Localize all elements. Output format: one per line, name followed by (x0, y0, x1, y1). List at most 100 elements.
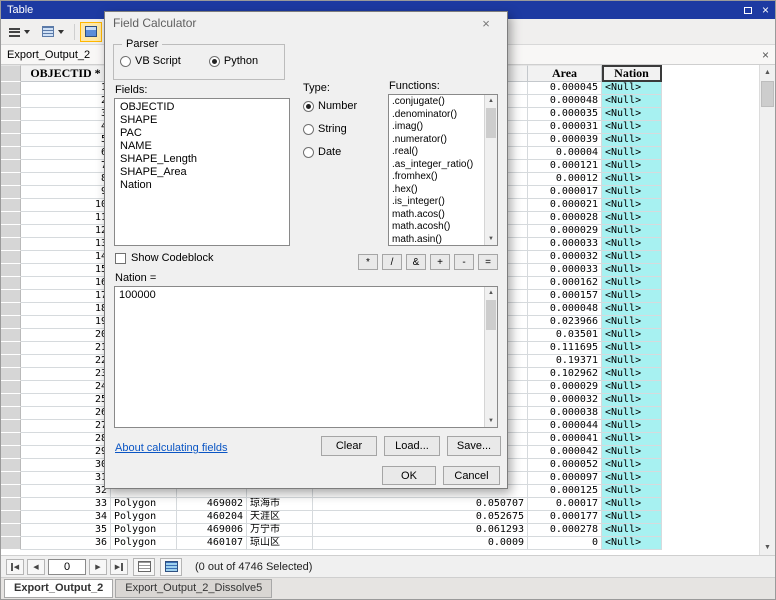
scroll-thumb[interactable] (486, 300, 496, 330)
row-selector[interactable] (1, 82, 21, 95)
ok-button[interactable]: OK (382, 466, 436, 485)
scroll-thumb[interactable] (486, 108, 496, 138)
row-selector[interactable] (1, 498, 21, 511)
operator-button[interactable]: * (358, 254, 378, 270)
row-selector[interactable] (1, 524, 21, 537)
parser-radio-vb-script[interactable]: VB Script (120, 55, 181, 67)
row-selector[interactable] (1, 368, 21, 381)
first-record-button[interactable]: ◀ (6, 559, 24, 575)
close-dialog-icon[interactable]: × (473, 16, 499, 31)
column-header-objectid[interactable]: OBJECTID * (21, 65, 111, 82)
show-selected-records-button[interactable] (160, 558, 182, 576)
function-item[interactable]: math.acosh() (389, 221, 484, 234)
scroll-down-icon[interactable]: ▼ (485, 233, 497, 245)
row-selector[interactable] (1, 394, 21, 407)
function-item[interactable]: .as_integer_ratio() (389, 159, 484, 172)
row-selector[interactable] (1, 264, 21, 277)
operator-button[interactable]: = (478, 254, 498, 270)
expression-input[interactable]: 100000 ▲ ▼ (114, 286, 498, 428)
column-header-area[interactable]: Area (528, 65, 602, 82)
function-item[interactable]: .numerator() (389, 134, 484, 147)
row-selector[interactable] (1, 277, 21, 290)
previous-record-button[interactable]: ◀ (27, 559, 45, 575)
field-item[interactable]: SHAPE_Length (115, 153, 289, 166)
scroll-thumb[interactable] (761, 81, 774, 107)
function-item[interactable]: .real() (389, 146, 484, 159)
row-selector[interactable] (1, 381, 21, 394)
functions-list[interactable]: .conjugate().denominator().imag().numera… (388, 94, 498, 246)
row-selector[interactable] (1, 95, 21, 108)
operator-button[interactable]: & (406, 254, 426, 270)
row-selector[interactable] (1, 225, 21, 238)
function-item[interactable]: .is_integer() (389, 196, 484, 209)
show-all-records-button[interactable] (133, 558, 155, 576)
row-selector[interactable] (1, 446, 21, 459)
row-selector[interactable] (1, 251, 21, 264)
row-selector[interactable] (1, 238, 21, 251)
function-item[interactable]: math.asin() (389, 234, 484, 247)
row-selector[interactable] (1, 472, 21, 485)
scroll-up-icon[interactable]: ▲ (485, 287, 497, 299)
row-selector[interactable] (1, 316, 21, 329)
function-item[interactable]: .fromhex() (389, 171, 484, 184)
load-button[interactable]: Load... (384, 436, 440, 456)
row-selector[interactable] (1, 199, 21, 212)
field-item[interactable]: OBJECTID (115, 101, 289, 114)
row-selector[interactable] (1, 407, 21, 420)
functions-scrollbar[interactable]: ▲ ▼ (484, 95, 497, 245)
type-radio-date[interactable]: Date (303, 146, 357, 158)
about-calculating-fields-link[interactable]: About calculating fields (115, 442, 228, 454)
field-item[interactable]: SHAPE_Area (115, 166, 289, 179)
save-button[interactable]: Save... (447, 436, 501, 456)
row-selector[interactable] (1, 511, 21, 524)
expression-scrollbar[interactable]: ▲ ▼ (484, 287, 497, 427)
row-selector[interactable] (1, 342, 21, 355)
row-selector[interactable] (1, 290, 21, 303)
sheet-tab[interactable]: Export_Output_2_Dissolve5 (115, 579, 272, 598)
row-selector[interactable] (1, 134, 21, 147)
row-selector[interactable] (1, 147, 21, 160)
field-item[interactable]: SHAPE (115, 114, 289, 127)
scroll-up-icon[interactable]: ▲ (485, 95, 497, 107)
vertical-scrollbar[interactable]: ▲ ▼ (759, 65, 775, 555)
select-all-corner[interactable] (1, 65, 21, 82)
row-selector[interactable] (1, 355, 21, 368)
row-selector[interactable] (1, 329, 21, 342)
last-record-button[interactable]: ▶ (110, 559, 128, 575)
field-item[interactable]: Nation (115, 179, 289, 192)
row-selector[interactable] (1, 108, 21, 121)
record-number-input[interactable] (48, 559, 86, 575)
scroll-down-icon[interactable]: ▼ (485, 415, 497, 427)
type-radio-string[interactable]: String (303, 123, 357, 135)
show-codeblock-checkbox[interactable]: Show Codeblock (115, 252, 214, 264)
clear-button[interactable]: Clear (321, 436, 377, 456)
function-item[interactable]: .hex() (389, 184, 484, 197)
row-selector[interactable] (1, 485, 21, 498)
related-tables-button[interactable] (37, 22, 69, 42)
operator-button[interactable]: - (454, 254, 474, 270)
cancel-button[interactable]: Cancel (443, 466, 500, 485)
row-selector[interactable] (1, 459, 21, 472)
row-selector[interactable] (1, 303, 21, 316)
close-table-icon[interactable]: × (762, 48, 769, 62)
function-item[interactable]: math.acos() (389, 209, 484, 222)
row-selector[interactable] (1, 212, 21, 225)
row-selector[interactable] (1, 173, 21, 186)
scroll-down-icon[interactable]: ▼ (760, 540, 775, 555)
operator-button[interactable]: / (382, 254, 402, 270)
operator-button[interactable]: + (430, 254, 450, 270)
parser-radio-python[interactable]: Python (209, 55, 258, 67)
row-selector[interactable] (1, 433, 21, 446)
function-item[interactable]: .imag() (389, 121, 484, 134)
row-selector[interactable] (1, 420, 21, 433)
function-item[interactable]: .conjugate() (389, 96, 484, 109)
float-window-icon[interactable] (744, 7, 752, 14)
field-item[interactable]: NAME (115, 140, 289, 153)
fields-list[interactable]: OBJECTIDSHAPEPACNAMESHAPE_LengthSHAPE_Ar… (114, 98, 290, 246)
field-item[interactable]: PAC (115, 127, 289, 140)
row-selector[interactable] (1, 186, 21, 199)
dialog-titlebar[interactable]: Field Calculator × (105, 12, 507, 34)
scroll-up-icon[interactable]: ▲ (760, 65, 775, 80)
column-header-nation[interactable]: Nation (602, 65, 662, 82)
highlight-selected-button[interactable] (80, 22, 102, 42)
